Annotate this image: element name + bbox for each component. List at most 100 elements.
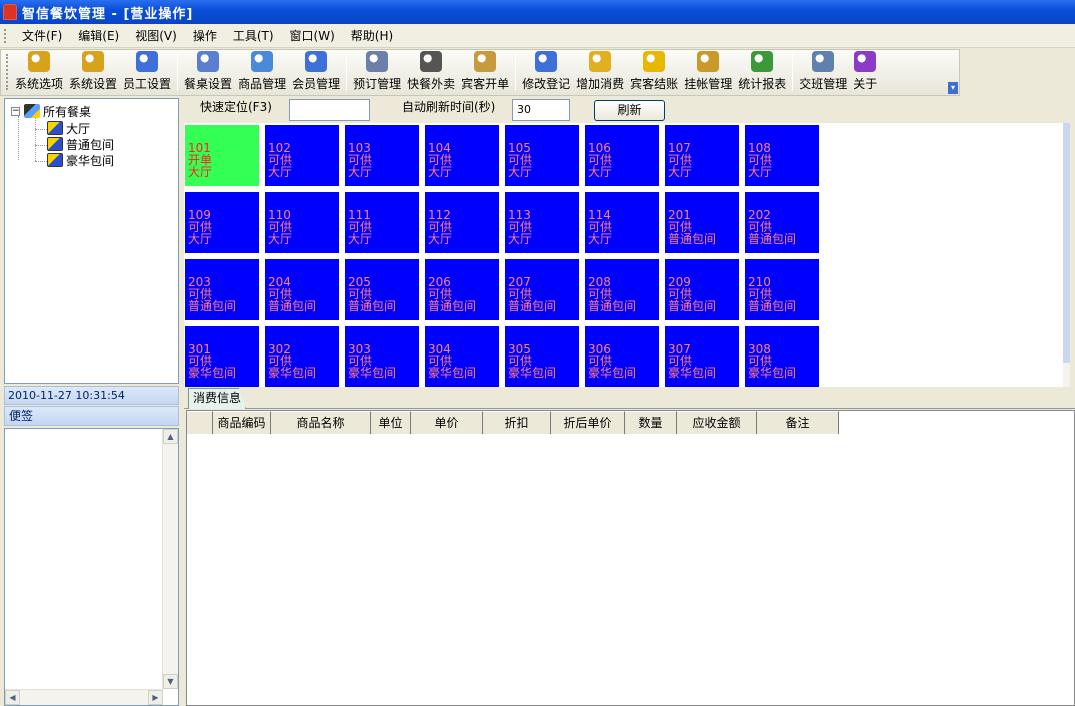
menu-tools[interactable]: 工具(T) [225,26,282,46]
table-card-113[interactable]: 113 可供 大厅 [505,192,579,253]
table-card-301[interactable]: 301 可供 豪华包间 [185,326,259,387]
toolbar-button-label: 预订管理 [353,77,402,91]
collapse-icon[interactable]: − [11,106,20,116]
menu-grip[interactable] [4,28,7,43]
toolbar-button-4[interactable]: 餐桌设置 [181,51,235,95]
table-card-106[interactable]: 106 可供 大厅 [585,125,659,186]
table-card-306[interactable]: 306 可供 豪华包间 [585,326,659,387]
column-header[interactable]: 折后单价 [551,411,625,434]
toolbar-button-label: 挂帐管理 [684,77,733,91]
column-header[interactable]: 折扣 [483,411,551,434]
menu-file[interactable]: 文件(F) [14,26,70,46]
toolbar-button-1[interactable]: 系统设置 [66,51,120,95]
toolbar-button-16[interactable]: 统计报表 [735,51,789,95]
table-card-101[interactable]: 101 开单 大厅 [185,125,259,186]
toolbar-button-6[interactable]: 会员管理 [289,51,343,95]
quick-locate-input[interactable] [289,99,370,121]
table-card-105[interactable]: 105 可供 大厅 [505,125,579,186]
table-card-206[interactable]: 206 可供 普通包间 [425,259,499,320]
notes-vertical-scrollbar[interactable]: ▲ ▼ [162,429,178,689]
refresh-button[interactable]: 刷新 [594,100,665,121]
toolbar-separator [177,53,179,91]
table-card-204[interactable]: 204 可供 普通包间 [265,259,339,320]
money-bag-icon [697,51,720,72]
scroll-left-icon[interactable]: ◀ [5,690,20,705]
table-card-107[interactable]: 107 可供 大厅 [665,125,739,186]
table-area: 普通包间 [668,299,717,313]
menu-view[interactable]: 视图(V) [127,26,185,46]
tab-consumption-info[interactable]: 消费信息 [188,388,246,409]
table-card-207[interactable]: 207 可供 普通包间 [505,259,579,320]
table-card-102[interactable]: 102 可供 大厅 [265,125,339,186]
column-header[interactable]: 单价 [411,411,483,434]
toolbar-button-18[interactable]: 交班管理 [796,51,850,95]
toolbar-button-5[interactable]: 商品管理 [235,51,289,95]
toolbar-button-label: 修改登记 [522,77,571,91]
table-card-203[interactable]: 203 可供 普通包间 [185,259,259,320]
toolbar-button-label: 关于 [853,77,878,91]
tree-item-deluxe-room[interactable]: 豪华包间 [47,152,114,168]
toolbar-button-9[interactable]: 快餐外卖 [404,51,458,95]
table-card-104[interactable]: 104 可供 大厅 [425,125,499,186]
toolbar-button-label: 餐桌设置 [184,77,233,91]
tree-item-label: 普通包间 [66,137,115,152]
table-card-209[interactable]: 209 可供 普通包间 [665,259,739,320]
menu-operation[interactable]: 操作 [185,26,225,46]
grid-vertical-scrollbar[interactable] [1063,123,1070,387]
column-header[interactable] [187,411,213,434]
table-card-303[interactable]: 303 可供 豪华包间 [345,326,419,387]
table-card-114[interactable]: 114 可供 大厅 [585,192,659,253]
table-card-103[interactable]: 103 可供 大厅 [345,125,419,186]
table-card-208[interactable]: 208 可供 普通包间 [585,259,659,320]
toolbar-button-19[interactable]: 关于 [850,51,880,95]
auto-refresh-input[interactable]: 30 [512,99,570,121]
toolbar-button-15[interactable]: 挂帐管理 [681,51,735,95]
scroll-right-icon[interactable]: ▶ [148,690,163,705]
toolbar-button-8[interactable]: 预订管理 [350,51,404,95]
table-card-109[interactable]: 109 可供 大厅 [185,192,259,253]
table-card-201[interactable]: 201 可供 普通包间 [665,192,739,253]
column-header[interactable]: 商品编码 [213,411,271,434]
toolbar-button-14[interactable]: 宾客结账 [627,51,681,95]
table-card-202[interactable]: 202 可供 普通包间 [745,192,819,253]
table-card-308[interactable]: 308 可供 豪华包间 [745,326,819,387]
toolbar-button-13[interactable]: 增加消费 [573,51,627,95]
toolbar-button-12[interactable]: 修改登记 [519,51,573,95]
tree-root[interactable]: − 所有餐桌 [11,102,92,120]
toolbar-button-2[interactable]: 员工设置 [120,51,174,95]
table-area: 大厅 [428,165,453,179]
tree-item-hall[interactable]: 大厅 [47,120,90,136]
notes-horizontal-scrollbar[interactable]: ◀ ▶ [5,689,163,705]
notes-textarea[interactable]: ▲ ▼ ◀ ▶ [4,428,179,706]
table-card-205[interactable]: 205 可供 普通包间 [345,259,419,320]
toolbar-overflow-icon[interactable]: ▾ [948,82,958,94]
table-card-110[interactable]: 110 可供 大厅 [265,192,339,253]
toolbar-button-0[interactable]: 系统选项 [12,51,66,95]
column-header[interactable]: 单位 [371,411,411,434]
toolbar-grip[interactable] [6,54,9,90]
table-card-112[interactable]: 112 可供 大厅 [425,192,499,253]
column-header[interactable]: 备注 [757,411,839,434]
table-card-304[interactable]: 304 可供 豪华包间 [425,326,499,387]
table-card-210[interactable]: 210 可供 普通包间 [745,259,819,320]
tree-item-standard-room[interactable]: 普通包间 [47,136,114,152]
table-card-307[interactable]: 307 可供 豪华包间 [665,326,739,387]
column-header[interactable]: 商品名称 [271,411,371,434]
scroll-down-icon[interactable]: ▼ [163,674,178,689]
table-card-108[interactable]: 108 可供 大厅 [745,125,819,186]
toolbar-button-10[interactable]: 宾客开单 [458,51,512,95]
mobile-icon [420,51,443,72]
table-card-302[interactable]: 302 可供 豪华包间 [265,326,339,387]
table-area: 大厅 [348,232,373,246]
toolbar-button-label: 快餐外卖 [407,77,456,91]
table-card-111[interactable]: 111 可供 大厅 [345,192,419,253]
menu-window[interactable]: 窗口(W) [282,26,343,46]
table-area: 豪华包间 [588,366,637,380]
box-icon [474,51,497,72]
menu-help[interactable]: 帮助(H) [343,26,401,46]
column-header[interactable]: 数量 [625,411,677,434]
scroll-up-icon[interactable]: ▲ [163,429,178,444]
menu-edit[interactable]: 编辑(E) [70,26,127,46]
column-header[interactable]: 应收金额 [677,411,757,434]
table-card-305[interactable]: 305 可供 豪华包间 [505,326,579,387]
